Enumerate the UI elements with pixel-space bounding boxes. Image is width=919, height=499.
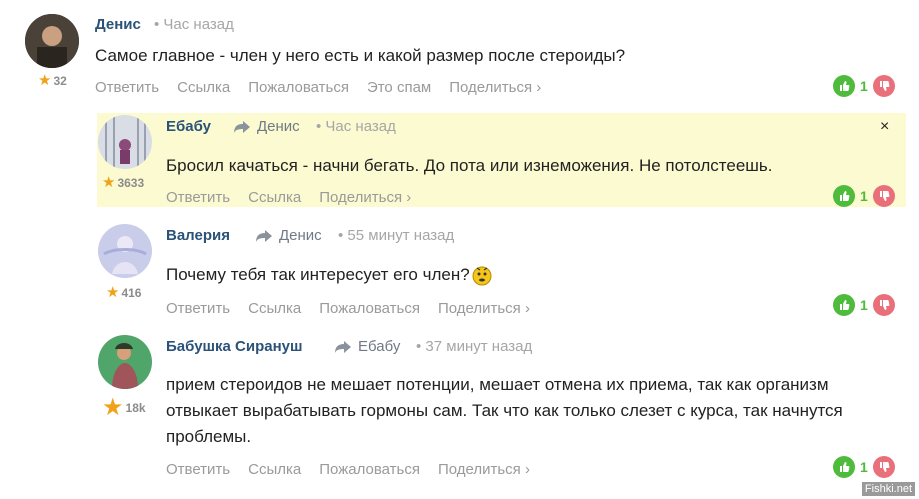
- smiley-icon: [472, 266, 492, 286]
- star-icon: ★: [38, 72, 52, 89]
- author-name[interactable]: Бабушка Сирануш: [166, 338, 303, 355]
- user-rating: ★ 416: [106, 284, 142, 301]
- reply-button[interactable]: Ответить: [166, 189, 230, 206]
- vote-count: 1: [860, 188, 868, 204]
- report-button[interactable]: Пожаловаться: [248, 79, 349, 96]
- comment-actions: Ответить Ссылка Поделиться ›: [166, 189, 411, 206]
- thumbs-up-icon[interactable]: [833, 75, 855, 97]
- reply-to[interactable]: Денис: [233, 118, 300, 135]
- user-rating: ★ 32: [38, 72, 67, 89]
- star-icon: ★: [106, 284, 120, 301]
- reply-arrow-icon: [256, 229, 272, 242]
- user-rating: ★ 18k: [102, 394, 146, 421]
- timestamp[interactable]: • Час назад: [316, 118, 396, 135]
- thumbs-down-icon[interactable]: [872, 456, 895, 478]
- thumbs-down-icon[interactable]: [872, 185, 895, 207]
- link-button[interactable]: Ссылка: [177, 79, 230, 96]
- thumbs-up-icon[interactable]: [833, 185, 855, 207]
- user-rating: ★ 3633: [102, 174, 145, 191]
- vote-count: 1: [860, 459, 868, 475]
- reply-arrow-icon: [335, 340, 351, 353]
- link-button[interactable]: Ссылка: [248, 300, 301, 317]
- reply-to[interactable]: Денис: [255, 227, 322, 244]
- comment-actions: Ответить Ссылка Пожаловаться Поделиться …: [166, 461, 530, 478]
- thumbs-down-icon[interactable]: [872, 75, 895, 97]
- timestamp[interactable]: • 37 минут назад: [416, 338, 532, 355]
- link-button[interactable]: Ссылка: [248, 189, 301, 206]
- comment-actions: Ответить Ссылка Пожаловаться Это спам По…: [95, 79, 541, 96]
- vote-count: 1: [860, 78, 868, 94]
- thumbs-up-icon[interactable]: [833, 294, 855, 316]
- thumbs-up-icon[interactable]: [833, 456, 855, 478]
- close-icon[interactable]: ×: [880, 118, 889, 136]
- site-watermark: Fishki.net: [861, 482, 915, 496]
- share-button[interactable]: Поделиться ›: [319, 189, 411, 206]
- vote-widget: 1: [833, 294, 895, 316]
- comment-text: Почему тебя так интересует его член?: [166, 262, 766, 288]
- spam-button[interactable]: Это спам: [367, 79, 431, 96]
- reply-button[interactable]: Ответить: [95, 79, 159, 96]
- avatar[interactable]: [25, 14, 79, 68]
- share-button[interactable]: Поделиться ›: [449, 79, 541, 96]
- avatar[interactable]: [98, 335, 152, 389]
- comment-text: Самое главное - член у него есть и какой…: [95, 46, 626, 65]
- author-name[interactable]: Валерия: [166, 227, 230, 244]
- star-icon: ★: [102, 174, 116, 191]
- vote-widget: 1: [833, 456, 895, 478]
- comment-text: прием стероидов не мешает потенции, меша…: [166, 375, 843, 446]
- thumbs-down-icon[interactable]: [872, 294, 895, 316]
- share-button[interactable]: Поделиться ›: [438, 300, 530, 317]
- vote-widget: 1: [833, 75, 895, 97]
- author-name[interactable]: Ебабу: [166, 118, 211, 135]
- share-button[interactable]: Поделиться ›: [438, 461, 530, 478]
- timestamp[interactable]: • Час назад: [154, 16, 234, 33]
- vote-count: 1: [860, 297, 868, 313]
- reply-arrow-icon: [234, 120, 250, 133]
- avatar[interactable]: [98, 224, 152, 278]
- star-icon: ★: [102, 394, 124, 421]
- comment-text: Бросил качаться - начни бегать. До пота …: [166, 156, 773, 175]
- timestamp[interactable]: • 55 минут назад: [338, 227, 454, 244]
- vote-widget: 1: [833, 185, 895, 207]
- reply-button[interactable]: Ответить: [166, 300, 230, 317]
- report-button[interactable]: Пожаловаться: [319, 300, 420, 317]
- report-button[interactable]: Пожаловаться: [319, 461, 420, 478]
- reply-button[interactable]: Ответить: [166, 461, 230, 478]
- reply-to[interactable]: Ебабу: [334, 338, 400, 355]
- avatar[interactable]: [98, 115, 152, 169]
- comment-actions: Ответить Ссылка Пожаловаться Поделиться …: [166, 300, 530, 317]
- author-name[interactable]: Денис: [95, 16, 141, 33]
- link-button[interactable]: Ссылка: [248, 461, 301, 478]
